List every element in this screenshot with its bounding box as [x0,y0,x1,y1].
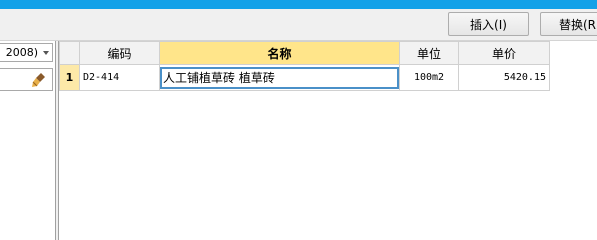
cell-code[interactable]: D2-414 [79,64,160,91]
header-price[interactable]: 单价 [458,41,550,65]
cell-name[interactable]: 人工铺植草砖 植草砖 [159,64,400,91]
quota-grid: 编码 名称 单位 单价 1 D2-414 人工铺植草砖 植草砖 100m2 54… [58,41,597,240]
header-code[interactable]: 编码 [79,41,160,65]
cell-price[interactable]: 5420.15 [458,64,550,91]
insert-button[interactable]: 插入(I) [448,12,529,36]
chevron-down-icon[interactable] [43,51,49,55]
table-header-row: 编码 名称 单位 单价 [59,41,550,65]
filter-box[interactable] [0,68,53,91]
toolbar: 插入(I) 替换(R [0,9,597,41]
row-number: 1 [59,64,80,91]
left-panel: 2008) [0,41,56,240]
standard-combo-value: 2008) [5,46,38,59]
header-row-number [59,41,80,65]
quota-table: 编码 名称 单位 单价 1 D2-414 人工铺植草砖 植草砖 100m2 54… [59,41,550,91]
standard-combo[interactable]: 2008) [0,43,53,62]
cell-name-editor[interactable]: 人工铺植草砖 植草砖 [160,66,399,89]
replace-button[interactable]: 替换(R [540,12,597,36]
header-unit[interactable]: 单位 [399,41,459,65]
cell-unit[interactable]: 100m2 [399,64,459,91]
header-name[interactable]: 名称 [159,41,400,65]
brush-icon[interactable] [30,71,48,89]
table-row[interactable]: 1 D2-414 人工铺植草砖 植草砖 100m2 5420.15 [59,64,550,91]
title-bar [0,0,597,9]
